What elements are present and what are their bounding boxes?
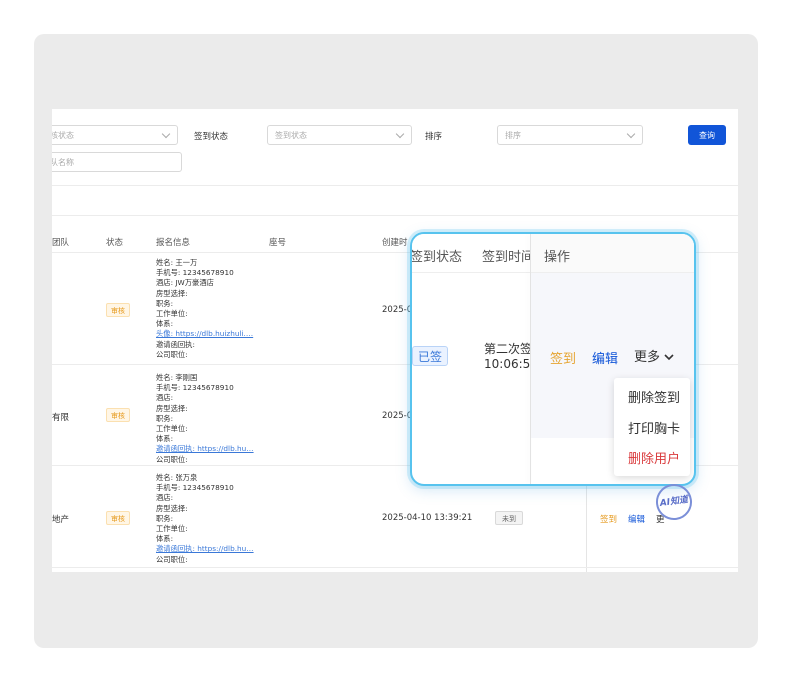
review-status-placeholder: 核状态	[52, 131, 74, 140]
info-line: 姓名: 王一万	[156, 258, 198, 267]
table-row: 姓名: 王一万 手机号: 12345678910 酒店: JW万豪酒店 房型选择…	[156, 258, 253, 360]
created-time: 2025-0	[382, 305, 413, 315]
info-line: 手机号: 12345678910	[156, 268, 234, 278]
status-badge: 审核	[106, 408, 130, 422]
header-ops: 操作	[544, 250, 571, 265]
info-line: 手机号: 12345678910	[156, 483, 234, 493]
info-line: 公司职位:	[156, 454, 188, 464]
header-checkin-status: 签到状态	[410, 250, 463, 265]
watermark-text: AI知道	[659, 495, 689, 509]
checkin-status-tag: 未到	[495, 511, 523, 525]
info-line: 酒店: JW万豪酒店	[156, 278, 214, 288]
info-line: 体系:	[156, 434, 174, 444]
invitation-link[interactable]: 邀请函回执: https://dlb.hu…	[156, 544, 254, 554]
invitation-link[interactable]: 邀请函回执: https://dlb.hu…	[156, 444, 254, 454]
chevron-down-icon	[395, 129, 405, 139]
info-line: 职务:	[156, 298, 174, 308]
info-line: 职务:	[156, 413, 174, 423]
checkin-status-select[interactable]: 签到状态	[267, 125, 412, 145]
checkin-action[interactable]: 签到	[600, 513, 617, 525]
status-badge: 审核	[106, 303, 130, 317]
sort-placeholder: 排序	[505, 131, 521, 140]
checkin-time-value: 10:06:55	[484, 357, 530, 371]
team-name-input[interactable]: 队名称	[52, 152, 182, 172]
created-time: 2025-0	[382, 411, 413, 421]
edit-action[interactable]: 编辑	[628, 513, 645, 525]
menu-item-delete-checkin[interactable]: 删除签到	[628, 387, 680, 406]
chevron-down-icon	[626, 129, 636, 139]
info-line: 工作单位:	[156, 309, 188, 319]
checkin-status-placeholder: 签到状态	[275, 131, 307, 140]
query-button[interactable]: 查询	[688, 125, 726, 145]
status-badge: 审核	[106, 511, 130, 525]
info-line: 姓名: 张万泉	[156, 473, 198, 482]
edit-action[interactable]: 编辑	[592, 348, 618, 367]
info-line: 工作单位:	[156, 424, 188, 434]
created-time: 2025-04-10 13:39:21	[382, 513, 473, 523]
table-row: 姓名: 张万泉 手机号: 12345678910 酒店: 房型选择: 职务: 工…	[156, 473, 254, 565]
info-line: 职务:	[156, 513, 174, 523]
menu-item-delete-user[interactable]: 删除用户	[628, 448, 680, 467]
info-line: 体系:	[156, 319, 174, 329]
info-line: 工作单位:	[156, 524, 188, 534]
checkin-time-label: 第二次签到	[484, 342, 530, 356]
info-line: 酒店:	[156, 393, 174, 403]
chevron-down-icon	[664, 354, 674, 361]
checkin-tag: 已签	[412, 346, 448, 366]
info-line: 邀请函回执:	[156, 339, 195, 349]
header-team: 团队	[52, 238, 70, 248]
info-line: 公司职位:	[156, 349, 188, 359]
info-line: 手机号: 12345678910	[156, 383, 234, 393]
checkin-status-label: 签到状态	[194, 132, 229, 142]
chevron-down-icon	[161, 129, 171, 139]
info-line: 姓名: 李刚国	[156, 373, 198, 382]
info-line: 酒店:	[156, 493, 174, 503]
more-label: 更多	[634, 350, 661, 365]
header-info: 报名信息	[156, 238, 191, 248]
more-menu: 删除签到 打印胸卡 删除用户	[614, 378, 690, 476]
sort-label: 排序	[425, 132, 443, 142]
info-line: 房型选择:	[156, 503, 188, 513]
team-name: 有限	[52, 413, 70, 423]
zoom-callout: 签到状态 签到时间 操作 已签 第二次签到 10:06:55 签到 编辑 更多 …	[410, 232, 696, 486]
header-checkin-time: 签到时间	[482, 250, 535, 265]
header-seat: 座号	[269, 238, 287, 248]
info-line: 房型选择:	[156, 288, 188, 298]
info-line: 房型选择:	[156, 403, 188, 413]
avatar-link[interactable]: 头像: https://dlb.huizhuli.…	[156, 329, 253, 339]
info-line: 体系:	[156, 534, 174, 544]
divider	[52, 185, 738, 186]
header-status: 状态	[106, 238, 124, 248]
sort-select[interactable]: 排序	[497, 125, 643, 145]
checkin-action[interactable]: 签到	[550, 348, 576, 367]
team-name: 地产	[52, 515, 70, 525]
team-name-placeholder: 队名称	[52, 158, 74, 167]
header-created: 创建时	[382, 238, 408, 248]
checkin-time-cell: 第二次签到 10:06:55	[484, 342, 530, 372]
divider	[52, 215, 738, 216]
divider	[52, 567, 738, 568]
more-dropdown[interactable]: 更多	[634, 346, 674, 365]
table-row: 姓名: 李刚国 手机号: 12345678910 酒店: 房型选择: 职务: 工…	[156, 373, 254, 465]
menu-item-print-badge[interactable]: 打印胸卡	[628, 418, 680, 437]
info-line: 公司职位:	[156, 554, 188, 564]
review-status-select[interactable]: 核状态	[52, 125, 178, 145]
